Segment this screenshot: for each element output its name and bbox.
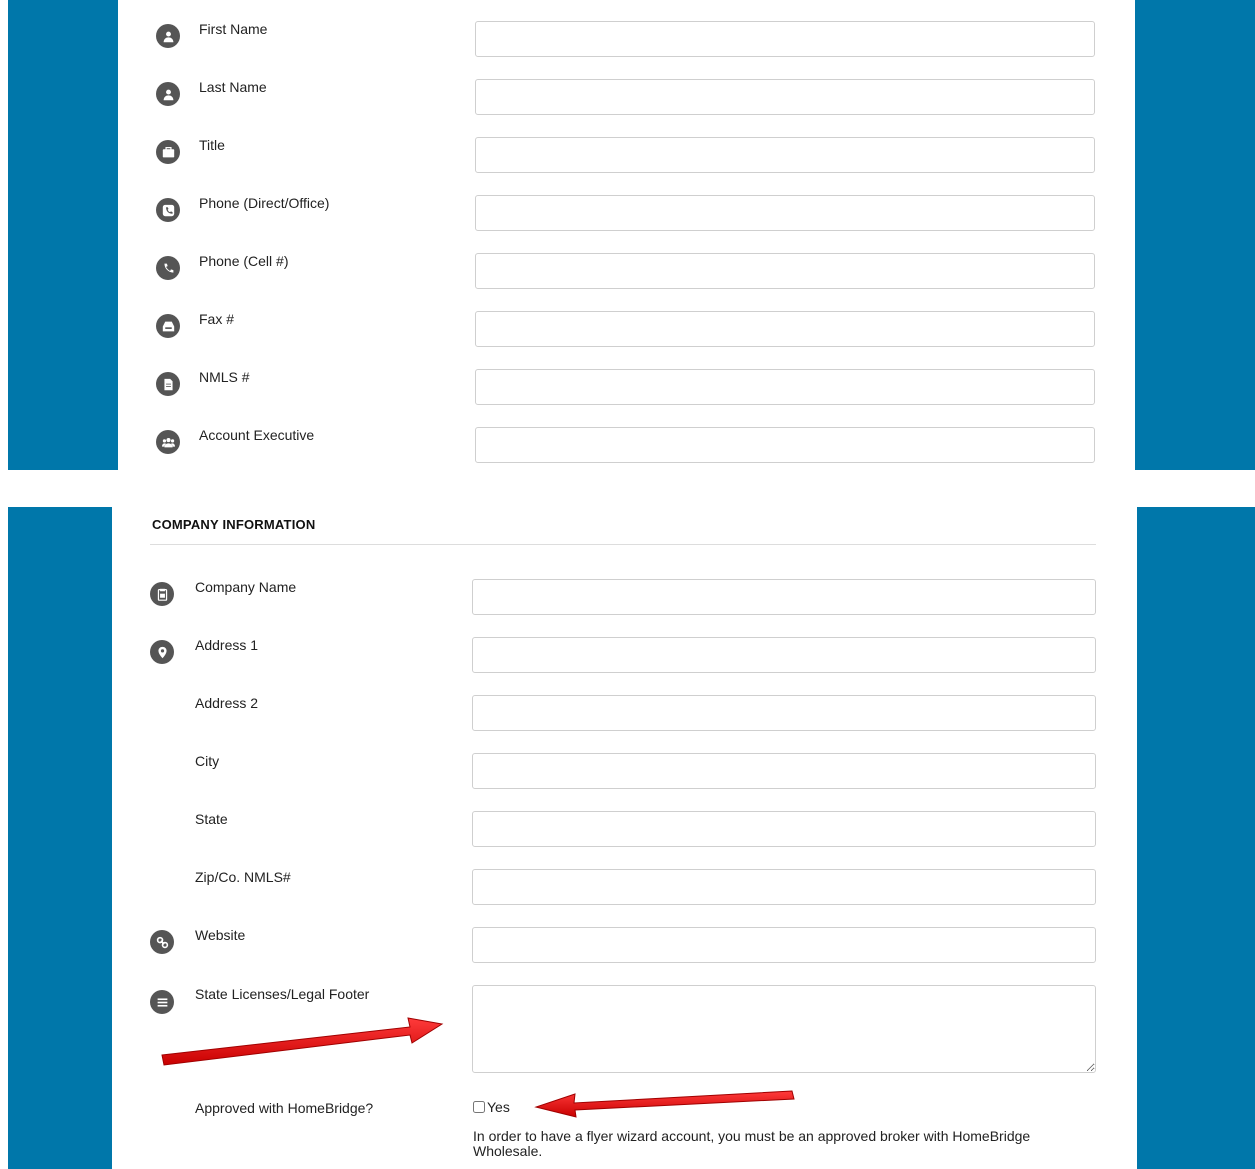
- form-row: Last Name: [156, 79, 1096, 115]
- text-input[interactable]: [475, 21, 1095, 57]
- section-title: COMPANY INFORMATION: [152, 517, 316, 532]
- field-label: Title: [199, 137, 225, 153]
- left-side-bar-top: [8, 0, 118, 470]
- approved-note: In order to have a flyer wizard account,…: [473, 1128, 1031, 1159]
- field-label: First Name: [199, 21, 268, 37]
- group-icon: [156, 430, 180, 454]
- link-icon: [150, 930, 174, 954]
- right-side-bar-bottom: [1137, 507, 1255, 1169]
- text-input[interactable]: [475, 137, 1095, 173]
- approved-yes-option[interactable]: Yes: [473, 1099, 510, 1115]
- field-label: Phone (Cell #): [199, 253, 289, 269]
- clipboard-icon: [150, 582, 174, 606]
- form-row: State: [150, 811, 1097, 847]
- field-label: Last Name: [199, 79, 267, 95]
- personal-info-panel: First Name Last Name Title Phone (Direct/Of…: [156, 21, 1096, 466]
- text-input[interactable]: [472, 869, 1096, 905]
- annotation-arrow-footer: [161, 1017, 444, 1066]
- form-row: Phone (Direct/Office): [156, 195, 1096, 231]
- user-icon: [156, 24, 180, 48]
- text-input[interactable]: [472, 695, 1096, 731]
- text-input[interactable]: [475, 253, 1095, 289]
- text-input[interactable]: [475, 79, 1095, 115]
- form-row: Company Name: [150, 579, 1097, 615]
- approved-yes-label: Yes: [487, 1099, 510, 1115]
- form-row: Zip/Co. NMLS#: [150, 869, 1097, 905]
- map-marker-icon: [150, 640, 174, 664]
- legal-footer-label: State Licenses/Legal Footer: [195, 986, 370, 1002]
- form-row: Fax #: [156, 311, 1096, 347]
- field-label: Fax #: [199, 311, 235, 327]
- field-label: Account Executive: [199, 427, 315, 443]
- section-divider: [150, 544, 1096, 545]
- user-icon: [156, 82, 180, 106]
- field-label: NMLS #: [199, 369, 250, 385]
- form-row: Account Executive: [156, 427, 1096, 463]
- text-input[interactable]: [475, 427, 1095, 463]
- briefcase-icon: [156, 140, 180, 164]
- document-icon: [156, 372, 180, 396]
- field-label: State: [195, 811, 228, 827]
- text-input[interactable]: [475, 369, 1095, 405]
- text-input[interactable]: [475, 195, 1095, 231]
- approved-label: Approved with HomeBridge?: [195, 1100, 374, 1116]
- text-input[interactable]: [472, 811, 1096, 847]
- form-row: Address 2: [150, 695, 1097, 731]
- text-input[interactable]: [472, 927, 1096, 963]
- phone-square-icon: [156, 198, 180, 222]
- form-row: Phone (Cell #): [156, 253, 1096, 289]
- form-row: NMLS #: [156, 369, 1096, 405]
- field-label: City: [195, 753, 220, 769]
- legal-footer-textarea[interactable]: [472, 985, 1096, 1073]
- field-label: Zip/Co. NMLS#: [195, 869, 291, 885]
- field-label: Website: [195, 927, 246, 943]
- text-input[interactable]: [472, 753, 1096, 789]
- approved-checkbox[interactable]: [473, 1101, 485, 1113]
- phone-icon: [156, 256, 180, 280]
- text-input[interactable]: [475, 311, 1095, 347]
- form-row: Address 1: [150, 637, 1097, 673]
- left-side-bar-bottom: [8, 507, 112, 1169]
- field-label: Company Name: [195, 579, 297, 595]
- field-label: Address 2: [195, 695, 259, 711]
- field-label: Address 1: [195, 637, 259, 653]
- annotation-arrow-approved: [534, 1090, 795, 1118]
- fax-icon: [156, 314, 180, 338]
- text-input[interactable]: [472, 579, 1096, 615]
- form-row: City: [150, 753, 1097, 789]
- field-label: Phone (Direct/Office): [199, 195, 330, 211]
- text-input[interactable]: [472, 637, 1096, 673]
- form-row: Website: [150, 927, 1097, 963]
- right-side-bar-top: [1135, 0, 1255, 470]
- form-row: First Name: [156, 21, 1096, 57]
- form-row: Title: [156, 137, 1096, 173]
